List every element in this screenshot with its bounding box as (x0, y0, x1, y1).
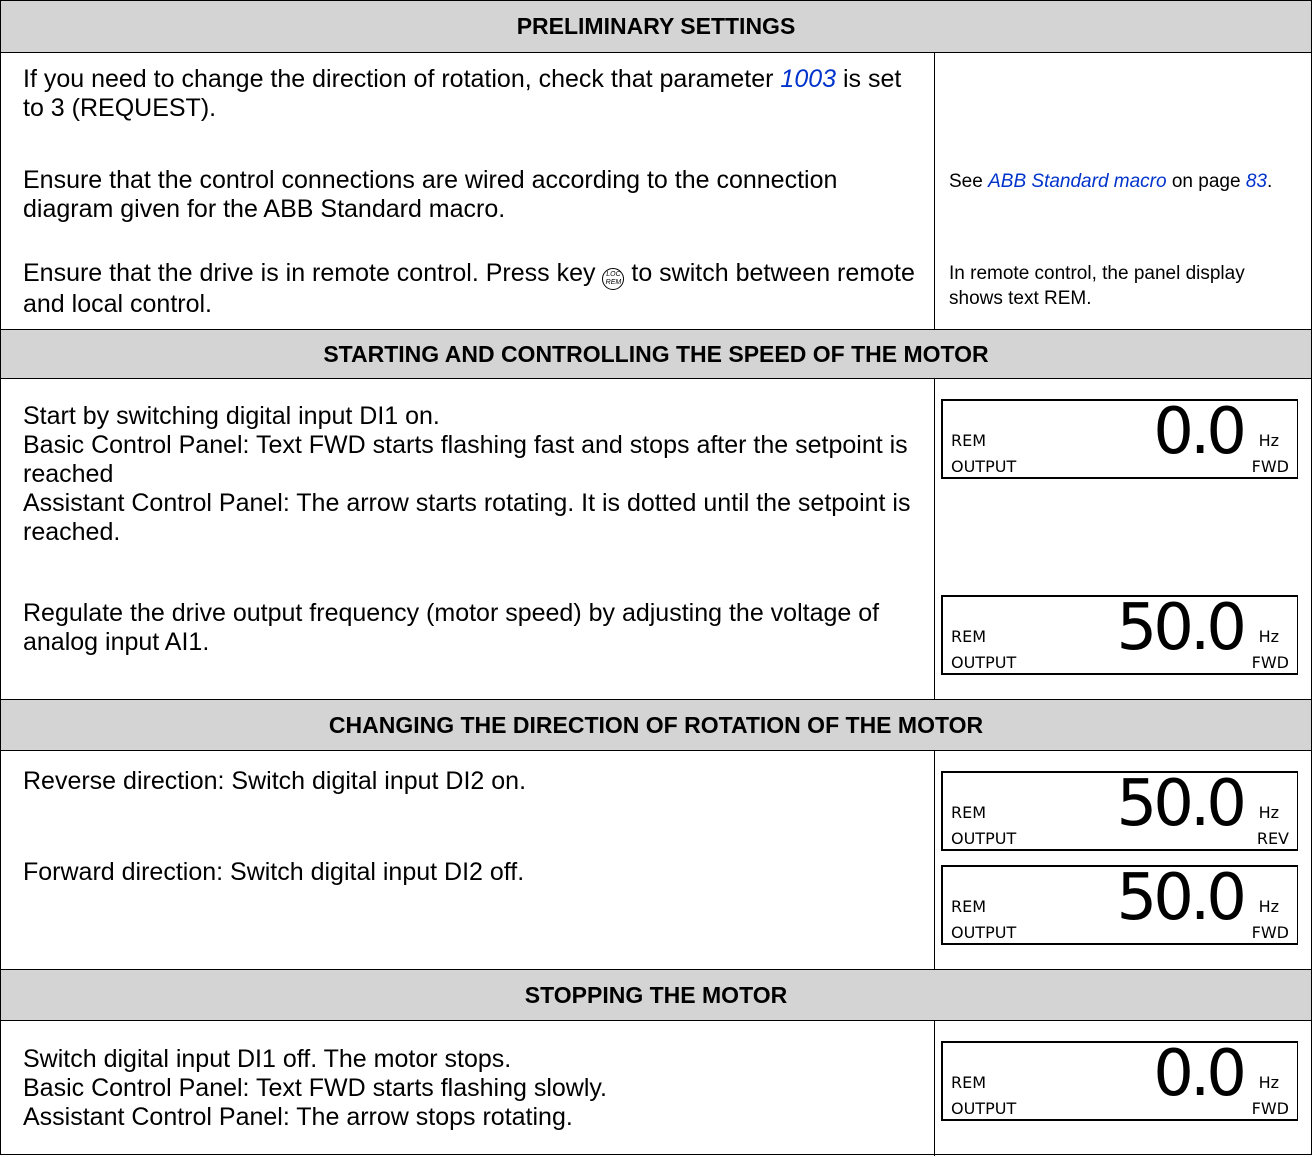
panel-mode: REM (951, 627, 987, 646)
panel-unit: Hz (1258, 897, 1279, 916)
stop-instruction: Switch digital input DI1 off. The motor … (23, 1045, 607, 1131)
parameter-link[interactable]: 1003 (780, 65, 836, 93)
panel-unit: Hz (1258, 431, 1279, 450)
panel-output-label: OUTPUT (951, 829, 1017, 848)
panel-output-label: OUTPUT (951, 923, 1017, 942)
panel-direction: FWD (1251, 1099, 1289, 1118)
procedure-table: PRELIMINARY SETTINGS If you need to chan… (0, 0, 1312, 1156)
wiring-instruction: Ensure that the control connections are … (23, 166, 838, 223)
panel-unit: Hz (1258, 803, 1279, 822)
panel-mode: REM (951, 803, 987, 822)
panel-value: 50.0 (1116, 591, 1247, 665)
loc-rem-key-icon: LOC REM (602, 268, 625, 290)
panel-value: 0.0 (1153, 395, 1247, 469)
panel-mode: REM (951, 431, 987, 450)
panel-output-label: OUTPUT (951, 457, 1017, 476)
panel-mode: REM (951, 1073, 987, 1092)
wiring-note: See ABB Standard macro on page 83. (949, 171, 1273, 192)
control-panel-display: REM 50.0 Hz OUTPUT REV (941, 767, 1298, 851)
panel-direction: FWD (1251, 923, 1289, 942)
remote-instruction: Ensure that the drive is in remote contr… (23, 259, 915, 318)
page-link[interactable]: 83 (1246, 171, 1267, 192)
panel-direction: FWD (1251, 653, 1289, 672)
rotation-instruction: If you need to change the direction of r… (23, 65, 902, 122)
panel-unit: Hz (1258, 1073, 1279, 1092)
section-header-direction: CHANGING THE DIRECTION OF ROTATION OF TH… (1, 699, 1311, 751)
panel-value: 50.0 (1116, 861, 1247, 935)
section-header-starting: STARTING AND CONTROLLING THE SPEED OF TH… (1, 329, 1311, 379)
column-divider (934, 379, 935, 699)
reverse-instruction: Reverse direction: Switch digital input … (23, 767, 527, 795)
section-header-preliminary: PRELIMINARY SETTINGS (1, 1, 1311, 53)
macro-link[interactable]: ABB Standard macro (988, 171, 1166, 192)
remote-note: In remote control, the panel display sho… (949, 263, 1245, 309)
column-divider (934, 1021, 935, 1156)
panel-value: 0.0 (1153, 1037, 1247, 1111)
forward-instruction: Forward direction: Switch digital input … (23, 858, 525, 886)
panel-output-label: OUTPUT (951, 1099, 1017, 1118)
column-divider (934, 53, 935, 329)
control-panel-display: REM 50.0 Hz OUTPUT FWD (941, 591, 1298, 675)
control-panel-display: REM 50.0 Hz OUTPUT FWD (941, 861, 1298, 945)
section-header-stopping: STOPPING THE MOTOR (1, 969, 1311, 1021)
panel-unit: Hz (1258, 627, 1279, 646)
panel-mode: REM (951, 897, 987, 916)
panel-direction: FWD (1251, 457, 1289, 476)
panel-output-label: OUTPUT (951, 653, 1017, 672)
control-panel-display: REM 0.0 Hz OUTPUT FWD (941, 395, 1298, 479)
panel-direction: REV (1256, 829, 1289, 848)
control-panel-display: REM 0.0 Hz OUTPUT FWD (941, 1037, 1298, 1121)
start-instruction: Start by switching digital input DI1 on.… (23, 402, 911, 546)
regulate-instruction: Regulate the drive output frequency (mot… (23, 599, 880, 656)
panel-value: 50.0 (1116, 767, 1247, 841)
column-divider (934, 751, 935, 969)
